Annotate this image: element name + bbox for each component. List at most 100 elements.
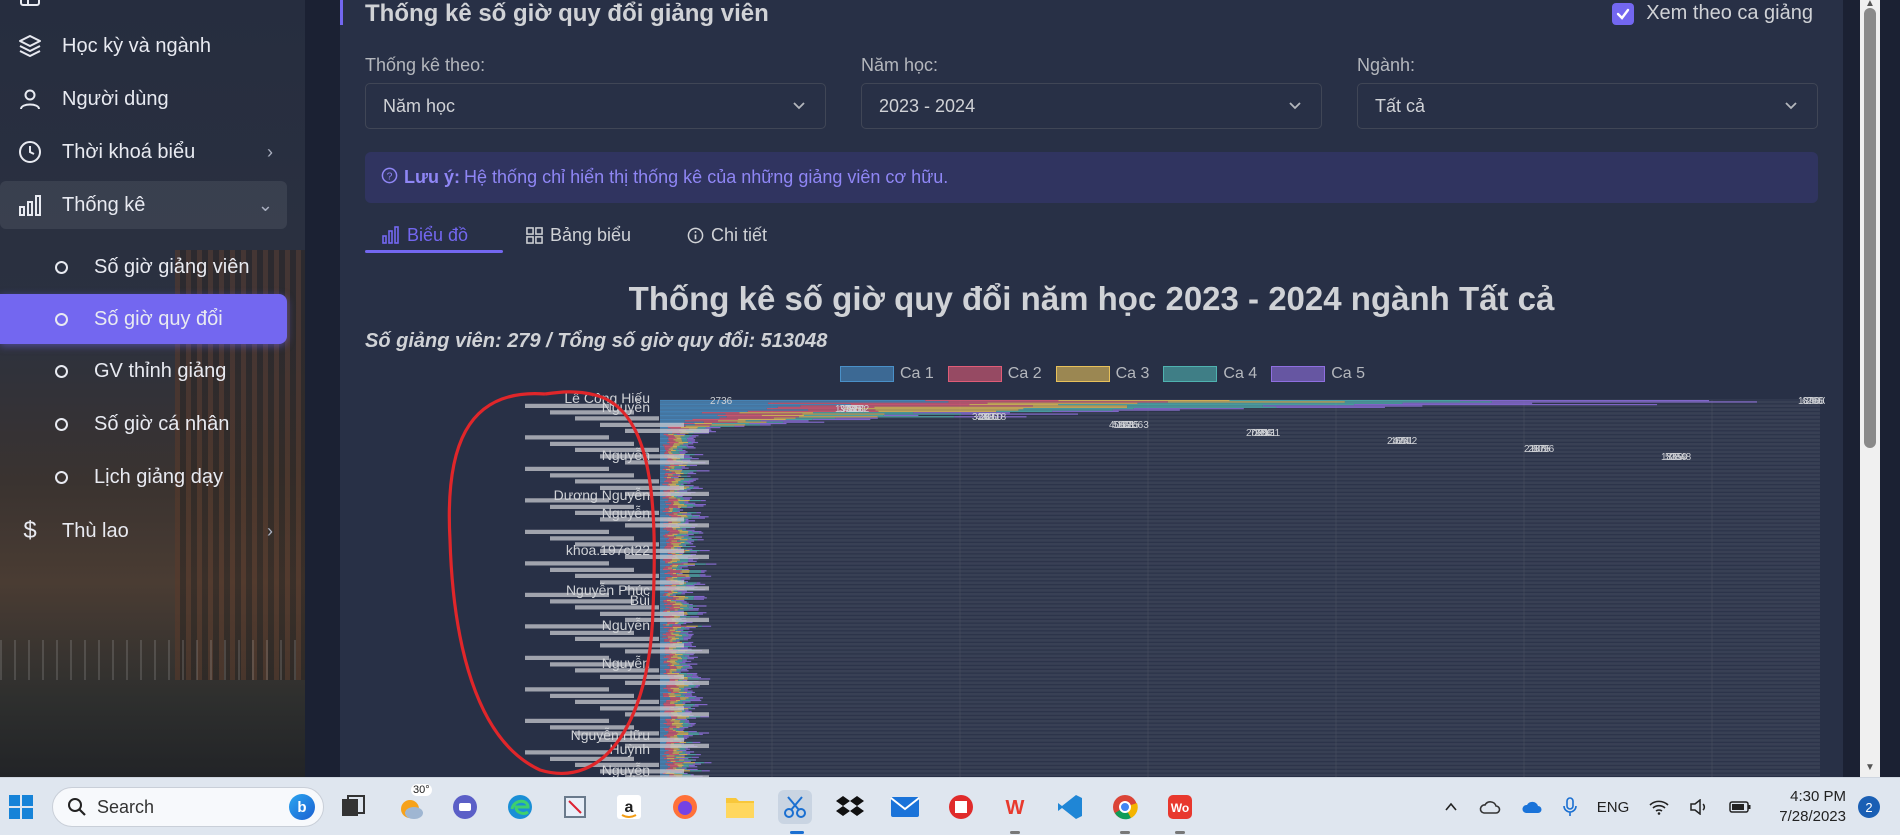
scroll-down-icon[interactable]: ▼ <box>1865 762 1875 773</box>
amazon-icon[interactable]: a <box>612 790 646 824</box>
bar-segment <box>660 693 663 695</box>
notification-badge[interactable]: 2 <box>1858 796 1880 818</box>
onedrive-icon[interactable] <box>1479 799 1501 815</box>
view-by-shift-checkbox[interactable]: Xem theo ca giảng <box>1612 2 1813 25</box>
chrome-icon[interactable] <box>1108 790 1142 824</box>
bar-segment <box>660 631 669 633</box>
wps-writer-icon[interactable]: W <box>998 790 1032 824</box>
sidebar-item-timetable[interactable]: Thời khoá biểu › <box>0 128 287 176</box>
svg-text:?: ? <box>387 171 393 182</box>
legend-item[interactable]: Ca 5 <box>1271 365 1365 383</box>
legend-item[interactable]: Ca 1 <box>840 365 934 383</box>
info-note: ? Lưu ý: Hệ thống chỉ hiển thị thống kê … <box>365 152 1818 203</box>
bar-segment <box>681 437 687 439</box>
stat-by-select[interactable]: Năm học <box>365 83 826 129</box>
bar-segment <box>705 563 717 565</box>
sidebar-subitem-personal-hours[interactable]: Số giờ cá nhân <box>0 399 287 449</box>
sidebar: Học kỳ và ngành Người dùng Thời khoá biể… <box>0 0 305 777</box>
sidebar-item-statistics[interactable]: Thống kê ⌄ <box>0 181 287 229</box>
bar-segment <box>660 598 667 600</box>
legend-item[interactable]: Ca 3 <box>1055 365 1149 383</box>
clock-date: 7/28/2023 <box>1779 808 1846 825</box>
bar-segment <box>663 722 672 725</box>
chevron-down-icon: ⌄ <box>257 194 273 215</box>
wifi-icon[interactable] <box>1649 799 1669 815</box>
bar-segment <box>679 690 685 692</box>
snipping-tool-icon[interactable] <box>558 790 592 824</box>
bar-segment <box>669 725 677 727</box>
snipping-active-icon[interactable] <box>778 790 812 824</box>
mail-icon[interactable] <box>888 790 922 824</box>
wps-office-icon[interactable]: Wo <box>1163 790 1197 824</box>
tab-table[interactable]: Bảng biểu <box>526 218 631 252</box>
bar-segment <box>1058 404 1355 406</box>
bar-segment <box>773 417 796 419</box>
tab-detail[interactable]: Chi tiết <box>687 218 767 252</box>
legend-item[interactable]: Ca 2 <box>947 365 1042 383</box>
scrollbar-thumb[interactable] <box>1864 8 1876 448</box>
chevron-up-icon[interactable] <box>1443 799 1459 815</box>
bar-segment <box>688 635 693 637</box>
checkbox-checked-icon[interactable] <box>1612 2 1635 25</box>
vscode-icon[interactable] <box>1053 790 1087 824</box>
sidebar-subitem-converted-hours[interactable]: Số giờ quy đổi <box>0 294 287 344</box>
bar-segment <box>688 443 694 445</box>
bar-segment <box>768 402 988 404</box>
page-scrollbar[interactable]: ▲ ▼ <box>1860 0 1880 777</box>
edge-browser-icon[interactable] <box>503 790 537 824</box>
bar-segment <box>671 566 678 568</box>
bar-segment <box>670 632 674 634</box>
sidebar-subitem-lecturer-hours[interactable]: Số giờ giảng viên <box>0 242 287 292</box>
bar-segment <box>665 504 674 506</box>
bar-segment <box>683 481 694 483</box>
bar-segment <box>679 662 686 664</box>
bar-segment <box>1262 405 1423 407</box>
year-select[interactable]: 2023 - 2024 <box>861 83 1322 129</box>
bar-segment <box>675 629 679 631</box>
legend-item[interactable]: Ca 4 <box>1163 365 1257 383</box>
volume-icon[interactable] <box>1689 799 1709 815</box>
dropbox-icon[interactable] <box>833 790 867 824</box>
sidebar-item-users[interactable]: Người dùng <box>0 75 287 123</box>
bar-segment <box>689 436 696 438</box>
windows-start-icon[interactable] <box>4 790 38 824</box>
data-label: 4063 <box>1109 420 1132 431</box>
sidebar-subitem-visiting-lecturers[interactable]: GV thỉnh giảng <box>0 346 287 396</box>
sidebar-item-partial[interactable] <box>0 0 287 20</box>
chevron-right-icon: › <box>267 520 273 541</box>
major-select[interactable]: Tất cả <box>1357 83 1818 129</box>
bar-segment <box>798 416 878 418</box>
weather-icon[interactable]: 30° <box>393 784 432 824</box>
sidebar-item-remuneration[interactable]: $ Thù lao › <box>0 507 287 555</box>
onedrive-sync-icon[interactable] <box>1521 799 1543 815</box>
data-label: 1999 <box>835 404 858 415</box>
bar-segment <box>660 758 664 760</box>
taskbar-clock[interactable]: 4:30 PM 7/28/2023 <box>1779 787 1846 827</box>
bar-segment <box>686 505 696 507</box>
teams-chat-icon[interactable] <box>448 790 482 824</box>
main-content: Thống kê số giờ quy đổi giảng viên Xem t… <box>305 0 1880 777</box>
microphone-icon[interactable] <box>1562 797 1577 817</box>
task-view-icon[interactable] <box>336 790 370 824</box>
file-explorer-icon[interactable] <box>723 790 757 824</box>
taskbar-search[interactable]: Search b <box>52 787 324 827</box>
bar-segment <box>682 701 691 703</box>
battery-icon[interactable] <box>1729 800 1751 814</box>
bar-segment <box>660 401 949 403</box>
bar-chart-icon <box>16 191 44 219</box>
firefox-icon[interactable] <box>668 790 702 824</box>
bar-segment <box>660 660 664 662</box>
bar-segment <box>1344 401 1492 403</box>
bar-segment <box>683 689 688 691</box>
language-indicator[interactable]: ENG <box>1597 799 1630 816</box>
bar-segment <box>667 467 672 469</box>
bar-segment <box>663 758 668 760</box>
bar-segment <box>687 658 695 660</box>
bar-segment <box>675 436 681 438</box>
sidebar-subitem-teaching-schedule[interactable]: Lịch giảng dạy <box>0 452 287 502</box>
ms-office-icon[interactable] <box>944 790 978 824</box>
sidebar-item-semester[interactable]: Học kỳ và ngành <box>0 22 287 70</box>
user-icon <box>16 85 44 113</box>
tab-chart[interactable]: Biểu đồ <box>382 218 468 252</box>
bar-segment <box>660 725 670 727</box>
